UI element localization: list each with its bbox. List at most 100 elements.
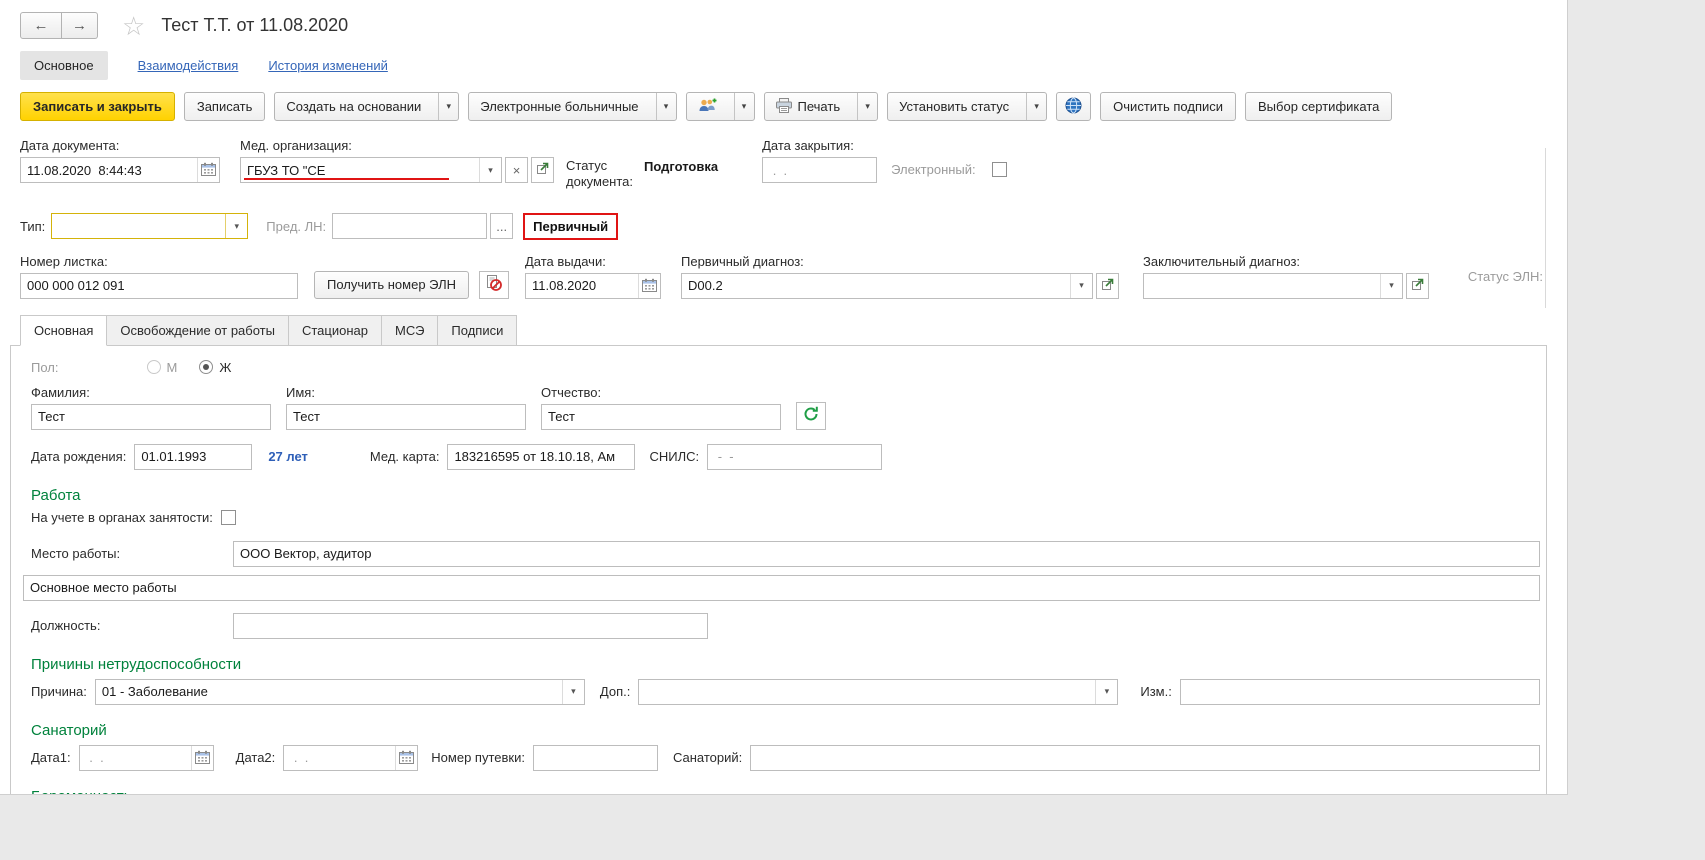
set-status-dropdown[interactable]: ▾ [1026,93,1046,120]
subtab-hospital[interactable]: Стационар [289,315,382,346]
form-splitter[interactable] [1545,148,1546,308]
gender-female-label: Ж [219,360,231,375]
electronic-sick-notes-dropdown[interactable]: ▾ [656,93,676,120]
refresh-person-button[interactable] [796,402,826,430]
med-organization-clear-button[interactable]: × [505,157,528,183]
document-date-calendar-button[interactable] [197,158,219,182]
main-tab-panel: Пол: М Ж Фамилия: Имя: Отчество: [10,345,1547,796]
save-button[interactable]: Записать [184,92,266,121]
cancel-eln-button[interactable] [479,271,509,299]
primary-flag-badge: Первичный [523,213,618,240]
tab-interactions[interactable]: Взаимодействия [138,58,239,73]
issue-date-label: Дата выдачи: [525,254,661,269]
add-users-button[interactable]: ▾ [686,92,755,121]
prev-ln-label: Пред. ЛН: [266,219,326,234]
issue-date-calendar-button[interactable] [638,274,660,298]
sanatorium-date2-input[interactable] [284,746,395,770]
tab-change-history[interactable]: История изменений [268,58,388,73]
final-diagnosis-open-button[interactable] [1406,273,1429,299]
prev-ln-input[interactable] [333,214,486,238]
primary-diagnosis-dropdown-button[interactable]: ▾ [1070,274,1092,298]
reason-dropdown-button[interactable]: ▾ [562,680,584,704]
issue-date-input[interactable] [526,274,638,298]
sanatorium-date1-input[interactable] [80,746,191,770]
close-date-input[interactable] [763,158,876,182]
create-on-basis-dropdown[interactable]: ▾ [438,93,458,120]
position-row: Должность: [31,613,1542,639]
set-status-button[interactable]: Установить статус ▾ [887,92,1047,121]
snils-input[interactable] [708,445,881,469]
final-diagnosis-dropdown-button[interactable]: ▾ [1380,274,1402,298]
add-users-main[interactable] [687,93,728,120]
clear-signatures-button[interactable]: Очистить подписи [1100,92,1236,121]
sanatorium-name-input[interactable] [751,746,1539,770]
birthdate-input[interactable] [135,445,251,469]
reason-input[interactable] [96,680,562,704]
workplace-input[interactable] [234,542,1539,566]
choose-certificate-button[interactable]: Выбор сертификата [1245,92,1392,121]
favorite-star-icon[interactable]: ☆ [122,13,145,39]
sanatorium-date1-calendar-button[interactable] [191,746,213,770]
chevron-down-icon: ▾ [235,221,240,232]
position-input[interactable] [234,614,707,638]
subtab-mse[interactable]: МСЭ [382,315,438,346]
globe-icon [1065,97,1082,117]
create-on-basis-button[interactable]: Создать на основании ▾ [274,92,459,121]
close-date-field: Дата закрытия: [762,138,877,183]
additional-dropdown-button[interactable]: ▾ [1095,680,1117,704]
employment-office-checkbox[interactable] [221,510,236,525]
middlename-input[interactable] [542,405,780,429]
type-input[interactable] [52,214,225,238]
workplace-kind-input[interactable] [24,576,1539,600]
additional-input[interactable] [639,680,1095,704]
primary-diagnosis-input[interactable] [682,274,1070,298]
lastname-input[interactable] [32,405,270,429]
sanatorium-date2-label: Дата2: [236,750,276,765]
change-input[interactable] [1181,680,1539,704]
forward-button[interactable]: → [62,12,98,39]
back-button[interactable]: ← [20,12,62,39]
subtab-signatures[interactable]: Подписи [438,315,517,346]
primary-diagnosis-field: Первичный диагноз: ▾ [681,254,1119,299]
electronic-checkbox[interactable] [992,162,1007,177]
print-button[interactable]: Печать ▾ [764,92,879,121]
sanatorium-section-header: Санаторий [31,722,1546,739]
gender-female-radio[interactable] [199,360,213,374]
sanatorium-date2-calendar-button[interactable] [395,746,417,770]
set-status-label[interactable]: Установить статус [888,93,1020,120]
print-main[interactable]: Печать [765,93,852,120]
sheet-number-input[interactable] [21,274,297,298]
electronic-sick-notes-label[interactable]: Электронные больничные [469,93,649,120]
voucher-number-input[interactable] [534,746,657,770]
document-date-input[interactable] [21,158,197,182]
med-card-input[interactable] [448,445,634,469]
document-status-value: Подготовка [644,158,718,174]
firstname-input[interactable] [287,405,525,429]
primary-diagnosis-open-button[interactable] [1096,273,1119,299]
med-organization-open-button[interactable] [531,157,554,183]
middlename-label: Отчество: [541,385,781,400]
create-on-basis-label[interactable]: Создать на основании [275,93,432,120]
save-and-close-button[interactable]: Записать и закрыть [20,92,175,121]
age-value: 27 лет [268,449,308,464]
electronic-sick-notes-button[interactable]: Электронные больничные ▾ [468,92,676,121]
subtab-work-release[interactable]: Освобождение от работы [107,315,289,346]
tab-main[interactable]: Основное [20,51,108,80]
sanatorium-row: Дата1: Дата2: Номер путевки: Санаторий: [31,745,1542,771]
med-organization-dropdown-button[interactable]: ▾ [479,158,501,182]
final-diagnosis-input[interactable] [1144,274,1380,298]
type-label: Тип: [20,219,45,234]
subtab-main[interactable]: Основная [20,315,107,346]
add-users-dropdown[interactable]: ▾ [734,93,754,120]
web-service-button[interactable] [1056,92,1091,121]
forward-arrow-icon: → [72,17,87,34]
birthdate-label: Дата рождения: [31,449,126,464]
gender-male-radio[interactable] [147,360,161,374]
type-dropdown-button[interactable]: ▾ [225,214,247,238]
print-dropdown[interactable]: ▾ [857,93,877,120]
form-subtabs: Основная Освобождение от работы Стациона… [20,315,1567,346]
prev-ln-more-button[interactable]: ... [490,213,513,239]
get-eln-number-button[interactable]: Получить номер ЭЛН [314,271,469,299]
voucher-number-label: Номер путевки: [431,750,525,765]
chevron-down-icon: ▾ [571,686,576,697]
